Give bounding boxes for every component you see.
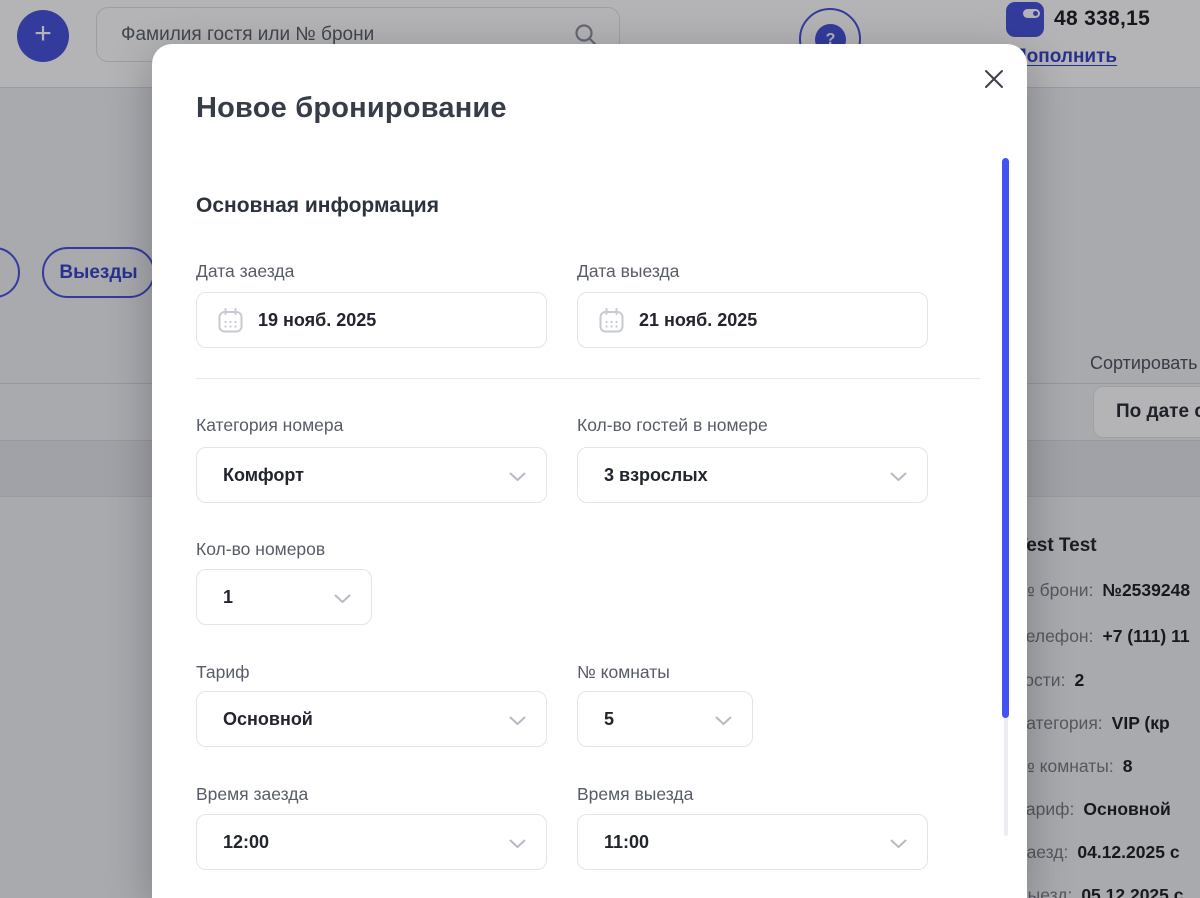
check-in-time-select[interactable]: 12:00 [196, 814, 547, 870]
label-room-category: Категория номера [196, 415, 343, 436]
check-out-time-select[interactable]: 11:00 [577, 814, 928, 870]
new-booking-modal: Новое бронирование Основная информация Д… [152, 44, 1027, 898]
check-out-date-value: 21 нояб. 2025 [639, 310, 757, 331]
chevron-down-icon [890, 839, 907, 849]
room-category-select[interactable]: Комфорт [196, 447, 547, 503]
label-tariff: Тариф [196, 662, 250, 683]
section-title-main-info: Основная информация [196, 194, 439, 218]
label-guests-count: Кол-во гостей в номере [577, 415, 768, 436]
calendar-icon [217, 307, 244, 334]
chevron-down-icon [509, 716, 526, 726]
guests-count-select[interactable]: 3 взрослых [577, 447, 928, 503]
check-in-date-picker[interactable]: 19 нояб. 2025 [196, 292, 547, 348]
close-icon [983, 68, 1005, 90]
close-button[interactable] [979, 64, 1009, 94]
rooms-count-select[interactable]: 1 [196, 569, 372, 625]
room-number-select[interactable]: 5 [577, 691, 753, 747]
check-in-date-value: 19 нояб. 2025 [258, 310, 376, 331]
chevron-down-icon [334, 594, 351, 604]
label-check-out-time: Время выезда [577, 784, 693, 805]
modal-scrollbar-thumb[interactable] [1002, 158, 1009, 718]
form-divider [196, 378, 980, 379]
label-check-in-date: Дата заезда [196, 261, 294, 282]
modal-title: Новое бронирование [196, 92, 507, 125]
booking-app-page: + ? 48 338,15 Пополнить Выезды Сортирова… [0, 0, 1200, 898]
label-rooms-count: Кол-во номеров [196, 539, 325, 560]
chevron-down-icon [890, 472, 907, 482]
label-room-number: № комнаты [577, 662, 670, 683]
label-check-out-date: Дата выезда [577, 261, 679, 282]
chevron-down-icon [509, 472, 526, 482]
chevron-down-icon [715, 716, 732, 726]
tariff-select[interactable]: Основной [196, 691, 547, 747]
label-check-in-time: Время заезда [196, 784, 308, 805]
chevron-down-icon [509, 839, 526, 849]
calendar-icon [598, 307, 625, 334]
check-out-date-picker[interactable]: 21 нояб. 2025 [577, 292, 928, 348]
